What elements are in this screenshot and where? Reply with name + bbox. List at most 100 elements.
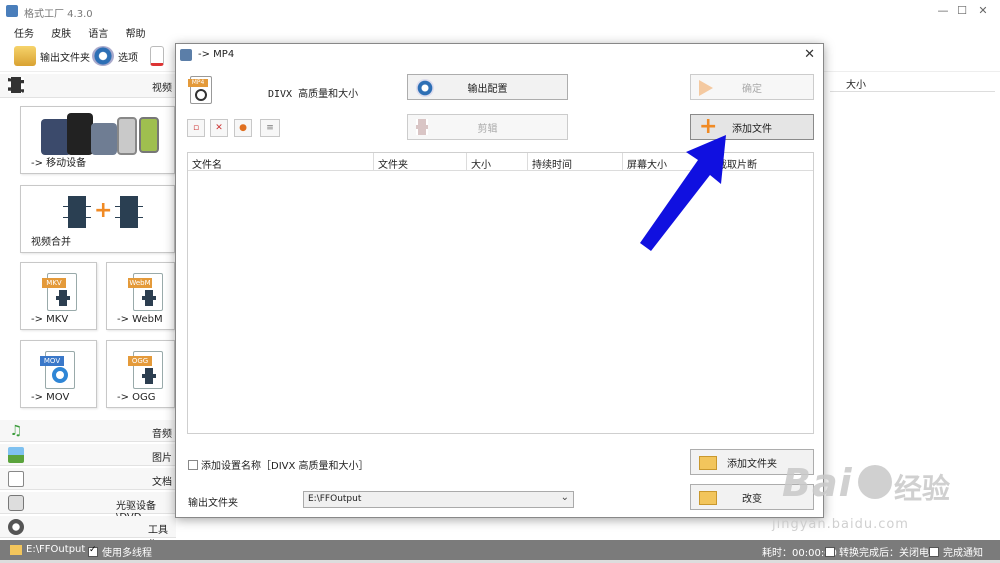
document-icon (8, 471, 24, 487)
notify-label: 完成通知 (943, 548, 983, 559)
menu-bar: 任务 皮肤 语言 帮助 (0, 22, 1000, 40)
webm-tag: WebM (128, 278, 152, 288)
size-column-header[interactable]: 大小 (846, 76, 866, 91)
add-file-label: 添加文件 (732, 123, 772, 135)
folder-small-icon (10, 544, 22, 555)
task-list-header: 大小 (830, 72, 995, 92)
output-folder-value: E:\FFOutput (308, 494, 362, 504)
clip-film-icon (416, 119, 428, 135)
tile-merge-label: 视频合并 (31, 237, 71, 248)
dialog-app-icon (180, 49, 192, 61)
shutdown-label: 转换完成后：关闭电脑 (839, 548, 939, 559)
maximize-icon[interactable]: ☐ (953, 4, 971, 17)
baidu-jingyan-watermark: Bai 经验 jingyan.baidu.com (770, 455, 980, 545)
config-gear-icon (416, 79, 434, 97)
mkv-file-icon: MKV (42, 273, 77, 311)
mp4-format-tag: MP4 (188, 79, 208, 87)
menu-skin[interactable]: 皮肤 (51, 25, 71, 40)
multithread-check[interactable] (88, 545, 98, 557)
close-icon[interactable]: ✕ (974, 4, 992, 17)
app-title-bar: 格式工厂 4.3.0 — ☐ ✕ (0, 0, 1000, 22)
category-image[interactable]: 图片 (0, 444, 176, 466)
ok-label: 确定 (742, 83, 762, 95)
tile-mkv-label: -> MKV (31, 314, 69, 325)
clear-list-icon[interactable]: ✕ (210, 119, 228, 137)
add-setting-name-label: 添加设置名称［DIVX 高质量和大小］ (201, 461, 369, 472)
mp4-convert-dialog: -> MP4 ✕ MP4 DIVX 高质量和大小 输出配置 确定 ▫ ✕ ● ≡… (175, 43, 824, 518)
format-preset-title: DIVX 高质量和大小 (268, 89, 359, 100)
dialog-close-icon[interactable]: ✕ (804, 47, 815, 62)
menu-language[interactable]: 语言 (88, 25, 108, 40)
col-folder[interactable]: 文件夹 (374, 153, 467, 171)
col-screen-size[interactable]: 屏幕大小 (623, 153, 713, 171)
chevron-down-icon: ⌄ (560, 492, 569, 503)
shutdown-check[interactable] (825, 546, 835, 557)
tools-gear-icon (8, 519, 24, 535)
ok-arrow-icon (699, 80, 713, 96)
notify-check[interactable] (929, 546, 939, 557)
category-video[interactable]: 视频 (0, 74, 176, 98)
category-audio[interactable]: ♫ 音频 (0, 420, 176, 442)
minimize-icon[interactable]: — (934, 4, 952, 17)
output-path-text: E:\FFOutput (26, 544, 86, 555)
watermark-brand: Bai (782, 461, 853, 505)
menu-help[interactable]: 帮助 (126, 25, 146, 40)
category-document-label: 文档 (152, 477, 172, 488)
play-icon[interactable]: ● (234, 119, 252, 137)
notify-checkbox[interactable]: 完成通知 (929, 544, 983, 559)
remove-item-icon[interactable]: ▫ (187, 119, 205, 137)
add-setting-name-option[interactable]: 添加设置名称［DIVX 高质量和大小］ (188, 457, 369, 472)
category-audio-label: 音频 (152, 429, 172, 440)
output-folder-button[interactable]: 输出文件夹 (14, 45, 90, 67)
mov-file-icon: MOV (40, 351, 75, 389)
tile-webm-label: -> WebM (117, 314, 163, 325)
category-tools[interactable]: 工具集 (0, 516, 176, 551)
col-duration[interactable]: 持续时间 (528, 153, 623, 171)
media-info-icon[interactable]: ≡ (260, 119, 280, 137)
ogg-file-icon: OGG (128, 351, 163, 389)
tile-mobile-device[interactable]: -> 移动设备 (20, 106, 175, 174)
add-folder-icon (699, 456, 717, 470)
dialog-title: -> MP4 (198, 49, 235, 60)
col-size[interactable]: 大小 (467, 153, 528, 171)
output-folder-label: 输出文件夹 (40, 52, 90, 64)
disc-drive-icon (8, 495, 24, 511)
change-folder-icon (699, 491, 717, 505)
mp4-format-icon: MP4 (188, 76, 212, 104)
tile-mobile-label: -> 移动设备 (31, 158, 87, 169)
add-setting-name-checkbox[interactable] (188, 459, 198, 470)
shutdown-checkbox[interactable]: 转换完成后：关闭电脑 (825, 544, 939, 559)
output-folder-label: 输出文件夹 (188, 498, 238, 509)
tile-webm[interactable]: WebM -> WebM (106, 262, 175, 330)
col-filename[interactable]: 文件名 (188, 153, 374, 171)
add-plus-icon: + (699, 114, 718, 139)
category-video-label: 视频 (152, 83, 172, 94)
output-config-label: 输出配置 (467, 83, 508, 95)
category-image-label: 图片 (152, 453, 172, 464)
multithread-checkbox[interactable]: 使用多线程 (88, 544, 152, 559)
col-clip-segment[interactable]: 截取片断 (713, 153, 813, 171)
gear-icon (92, 46, 114, 66)
clip-button[interactable]: 剪辑 (407, 114, 568, 140)
output-folder-select[interactable]: E:\FFOutput ⌄ (303, 491, 574, 508)
output-config-button[interactable]: 输出配置 (407, 74, 568, 100)
tile-mkv[interactable]: MKV -> MKV (20, 262, 97, 330)
change-label: 改变 (742, 493, 762, 505)
tile-ogg[interactable]: OGG -> OGG (106, 340, 175, 408)
tile-mov[interactable]: MOV -> MOV (20, 340, 97, 408)
category-dvd[interactable]: 光驱设备\DVD (0, 492, 176, 523)
add-file-button[interactable]: + 添加文件 (690, 114, 814, 140)
paw-icon (858, 465, 892, 499)
ok-button[interactable]: 确定 (690, 74, 814, 100)
webm-file-icon: WebM (128, 273, 163, 311)
options-button[interactable]: 选项 (92, 45, 138, 67)
menu-task[interactable]: 任务 (14, 25, 34, 40)
toolbar-doc-button[interactable] (150, 45, 164, 67)
file-list[interactable]: 文件名 文件夹 大小 持续时间 屏幕大小 截取片断 (187, 152, 814, 434)
category-document[interactable]: 文档 (0, 468, 176, 490)
output-path-item[interactable]: E:\FFOutput (10, 544, 85, 555)
app-title: 格式工厂 4.3.0 (24, 9, 93, 20)
mov-tag: MOV (40, 356, 64, 366)
tile-video-merge[interactable]: + 视频合并 (20, 185, 175, 253)
tile-mov-label: -> MOV (31, 392, 70, 403)
